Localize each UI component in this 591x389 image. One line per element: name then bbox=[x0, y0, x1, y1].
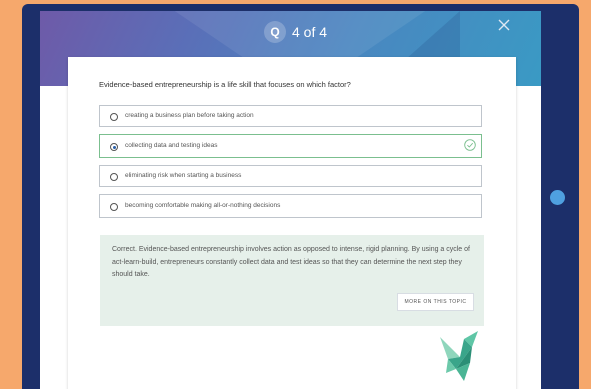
feedback-panel: Correct. Evidence-based entrepreneurship… bbox=[100, 235, 484, 326]
quiz-modal: Q 4 of 4 Evidence-based entrepreneurship… bbox=[40, 11, 541, 389]
answer-option-2[interactable]: collecting data and testing ideas bbox=[99, 134, 482, 158]
question-counter: Q 4 of 4 bbox=[264, 20, 327, 44]
feedback-text: Correct. Evidence-based entrepreneurship… bbox=[112, 246, 470, 278]
more-on-topic-button[interactable]: MORE ON THIS TOPIC bbox=[397, 293, 474, 311]
side-indicator-dot bbox=[550, 190, 565, 205]
question-text: Evidence-based entrepreneurship is a lif… bbox=[99, 80, 351, 89]
answer-option-label: eliminating risk when starting a busines… bbox=[125, 172, 242, 179]
answer-option-1[interactable]: creating a business plan before taking a… bbox=[99, 105, 482, 127]
answer-option-label: becoming comfortable making all-or-nothi… bbox=[125, 202, 281, 209]
question-card: Evidence-based entrepreneurship is a lif… bbox=[68, 57, 516, 389]
answer-option-3[interactable]: eliminating risk when starting a busines… bbox=[99, 165, 482, 187]
question-count: 4 of 4 bbox=[292, 24, 328, 40]
answer-option-4[interactable]: becoming comfortable making all-or-nothi… bbox=[99, 194, 482, 218]
radio-button[interactable] bbox=[110, 113, 118, 121]
q-icon: Q bbox=[264, 21, 286, 43]
close-icon[interactable] bbox=[496, 17, 512, 33]
radio-button[interactable] bbox=[110, 203, 118, 211]
check-circle-icon bbox=[464, 139, 476, 151]
bird-logo bbox=[440, 331, 478, 381]
radio-button-selected[interactable] bbox=[110, 143, 118, 151]
radio-button[interactable] bbox=[110, 173, 118, 181]
answer-option-label: creating a business plan before taking a… bbox=[125, 112, 254, 119]
answer-option-label: collecting data and testing ideas bbox=[125, 142, 218, 149]
